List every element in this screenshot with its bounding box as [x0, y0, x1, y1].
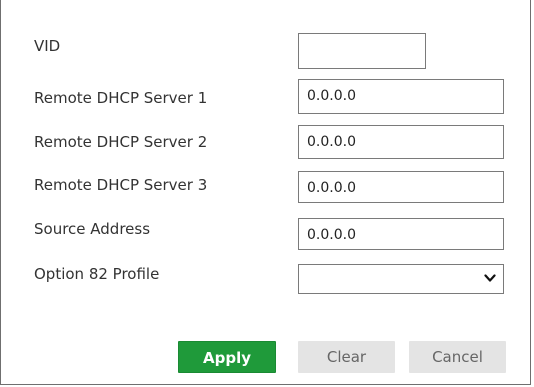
remote-dhcp-server-2-row: Remote DHCP Server 2 0.0.0.0 [34, 125, 514, 171]
remote-dhcp-server-3-input[interactable]: 0.0.0.0 [298, 171, 504, 203]
remote-dhcp-server-1-row: Remote DHCP Server 1 0.0.0.0 [34, 79, 514, 127]
remote-dhcp-server-3-label: Remote DHCP Server 3 [34, 176, 208, 194]
source-address-row: Source Address 0.0.0.0 [34, 218, 514, 258]
source-address-label: Source Address [34, 220, 151, 238]
remote-dhcp-server-2-input[interactable]: 0.0.0.0 [298, 125, 504, 159]
dialog-panel: VID Remote DHCP Server 1 0.0.0.0 Remote … [0, 0, 531, 385]
source-address-input[interactable]: 0.0.0.0 [298, 218, 504, 250]
cancel-button[interactable]: Cancel [409, 341, 506, 373]
vid-input[interactable] [298, 33, 426, 69]
clear-button[interactable]: Clear [298, 341, 395, 373]
apply-button[interactable]: Apply [178, 341, 276, 373]
option82-profile-select[interactable] [298, 264, 504, 294]
vid-row: VID [34, 33, 514, 75]
remote-dhcp-server-2-label: Remote DHCP Server 2 [34, 133, 208, 151]
option82-profile-row: Option 82 Profile [34, 264, 514, 303]
chevron-down-icon [484, 274, 496, 282]
remote-dhcp-server-1-input[interactable]: 0.0.0.0 [298, 79, 504, 114]
vid-label: VID [34, 37, 61, 55]
remote-dhcp-server-3-row: Remote DHCP Server 3 0.0.0.0 [34, 171, 514, 214]
remote-dhcp-server-1-label: Remote DHCP Server 1 [34, 89, 208, 107]
option82-profile-label: Option 82 Profile [34, 265, 160, 283]
